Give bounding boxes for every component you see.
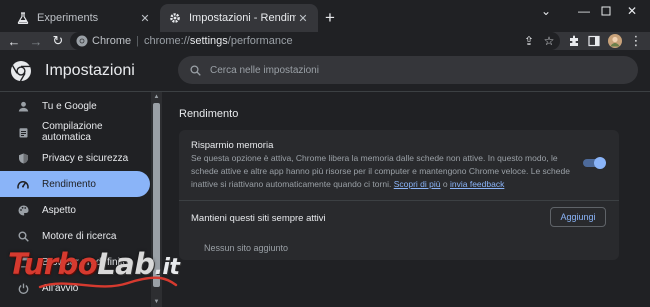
- extensions-icon[interactable]: [564, 32, 584, 50]
- url-host: settings: [189, 35, 228, 47]
- sidebar-item-you-and-google[interactable]: Tu e Google: [0, 93, 150, 119]
- learn-more-link[interactable]: Scopri di più: [394, 179, 441, 189]
- shield-icon: [17, 152, 29, 164]
- power-icon: [17, 282, 29, 294]
- new-tab-button[interactable]: +: [320, 8, 340, 28]
- sidebar-item-privacy[interactable]: Privacy e sicurezza: [0, 145, 150, 171]
- search-icon: [188, 63, 202, 77]
- bookmark-star-icon[interactable]: ☆: [542, 34, 556, 48]
- url-path: /performance: [227, 35, 293, 47]
- memory-saver-toggle[interactable]: [583, 157, 606, 169]
- settings-sidebar: Tu e Google Compilazione automatica Priv…: [0, 92, 162, 307]
- menu-kebab-icon[interactable]: ⋮: [626, 32, 646, 50]
- site-label: Chrome: [92, 35, 132, 47]
- send-feedback-link[interactable]: invia feedback: [450, 179, 504, 189]
- close-tab-icon[interactable]: ✕: [296, 11, 310, 25]
- sidebar-item-search-engine[interactable]: Motore di ricerca: [0, 223, 150, 249]
- gear-icon: [168, 11, 182, 25]
- chrome-logo-icon: [10, 60, 32, 82]
- sidebar-item-label: Browser predefinito: [42, 256, 129, 268]
- reload-icon[interactable]: ↻: [48, 32, 68, 50]
- search-icon: [17, 230, 29, 242]
- palette-icon: [17, 204, 29, 216]
- description-text: Se questa opzione è attiva, Chrome liber…: [191, 153, 570, 189]
- tab-title: Experiments: [37, 12, 99, 24]
- no-sites-text: Nessun sito aggiunto: [204, 243, 289, 253]
- performance-card: Risparmio memoria Se questa opzione è at…: [179, 130, 619, 260]
- clipboard-icon: [17, 126, 29, 138]
- avatar[interactable]: [605, 32, 625, 50]
- close-window-icon[interactable]: ✕: [614, 0, 650, 22]
- tab-settings-performance[interactable]: Impostazioni - Rendimento ✕: [160, 4, 318, 32]
- sidebar-item-performance[interactable]: Rendimento: [0, 171, 150, 197]
- sidebar-item-default-browser[interactable]: Browser predefinito: [0, 249, 150, 275]
- speedometer-icon: [17, 178, 29, 190]
- tab-title: Impostazioni - Rendimento: [189, 12, 296, 24]
- sidebar-item-label: Rendimento: [42, 178, 96, 190]
- tab-experiments[interactable]: Experiments ✕: [8, 4, 160, 32]
- memory-saver-title: Risparmio memoria: [191, 140, 274, 151]
- sidebar-item-autofill[interactable]: Compilazione automatica: [0, 119, 150, 145]
- settings-search[interactable]: [178, 56, 638, 84]
- separator: |: [136, 35, 139, 47]
- sidebar-item-label: Privacy e sicurezza: [42, 152, 129, 164]
- person-icon: [17, 100, 29, 112]
- divider: [179, 200, 619, 201]
- forward-icon[interactable]: →: [26, 32, 46, 50]
- section-title: Rendimento: [179, 108, 239, 120]
- sidebar-item-appearance[interactable]: Aspetto: [0, 197, 150, 223]
- search-input[interactable]: [210, 64, 610, 76]
- tab-search-icon[interactable]: ⌄: [528, 0, 564, 22]
- scroll-down-icon[interactable]: ▼: [151, 297, 162, 307]
- sidebar-item-label: Tu e Google: [42, 100, 97, 112]
- add-site-button[interactable]: Aggiungi: [550, 207, 606, 227]
- back-icon[interactable]: ←: [4, 32, 24, 50]
- chrome-icon: [76, 35, 88, 47]
- sidebar-item-label: All'avvio: [42, 282, 79, 294]
- page-title: Impostazioni: [45, 62, 135, 79]
- settings-main: Rendimento Risparmio memoria Se questa o…: [162, 92, 650, 307]
- sidebar-item-label: Motore di ricerca: [42, 230, 117, 242]
- share-icon[interactable]: ⇪: [522, 34, 536, 48]
- address-bar[interactable]: Chrome | chrome:// settings /performance…: [70, 32, 560, 50]
- always-active-sites-title: Mantieni questi siti sempre attivi: [191, 213, 326, 224]
- url-scheme: chrome://: [143, 35, 190, 47]
- link-separator: o: [442, 179, 448, 189]
- scrollbar-thumb[interactable]: [153, 103, 160, 287]
- memory-saver-description: Se questa opzione è attiva, Chrome liber…: [191, 152, 583, 191]
- flask-icon: [16, 11, 30, 25]
- close-tab-icon[interactable]: ✕: [138, 11, 152, 25]
- sidebar-item-on-startup[interactable]: All'avvio: [0, 275, 150, 301]
- browser-toolbar: ← → ↻ Chrome | chrome:// settings /perfo…: [0, 32, 650, 50]
- tab-strip: Experiments ✕ Impostazioni - Rendimento …: [0, 0, 650, 32]
- toggle-knob: [594, 157, 606, 169]
- sidebar-item-label: Aspetto: [42, 204, 76, 216]
- settings-header: Impostazioni: [0, 50, 650, 92]
- sidebar-item-label: Compilazione automatica: [42, 121, 103, 143]
- side-panel-icon[interactable]: [584, 32, 604, 50]
- scroll-up-icon[interactable]: ▲: [151, 92, 162, 102]
- browser-icon: [17, 256, 29, 268]
- sidebar-scrollbar[interactable]: ▲ ▼: [151, 92, 162, 307]
